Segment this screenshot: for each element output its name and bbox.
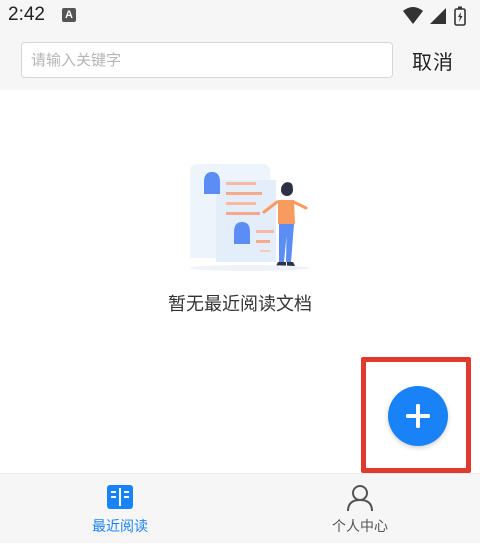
status-bar: 2:42 A xyxy=(0,0,480,32)
status-time: 2:42 xyxy=(8,4,45,25)
nav-item-profile[interactable]: 个人中心 xyxy=(240,474,480,544)
notification-badge: A xyxy=(62,8,76,22)
person-icon xyxy=(347,485,373,512)
nav-label-recent-reading: 最近阅读 xyxy=(92,519,148,535)
open-book-icon xyxy=(107,485,133,509)
cancel-button[interactable]: 取消 xyxy=(412,46,454,75)
nav-label-profile: 个人中心 xyxy=(332,519,388,535)
nav-item-recent-reading[interactable]: 最近阅读 xyxy=(0,474,240,544)
plus-icon xyxy=(406,404,430,428)
add-document-button[interactable] xyxy=(388,386,448,446)
cellular-signal-icon xyxy=(430,8,446,24)
search-input[interactable] xyxy=(21,42,393,78)
empty-documents-illustration xyxy=(160,150,320,280)
battery-icon xyxy=(454,6,466,26)
bottom-navigation: 最近阅读 个人中心 xyxy=(0,473,480,543)
search-header: 取消 xyxy=(0,32,480,90)
status-icons xyxy=(402,6,472,26)
empty-state-message: 暂无最近阅读文档 xyxy=(168,294,312,315)
wifi-icon xyxy=(403,7,423,24)
